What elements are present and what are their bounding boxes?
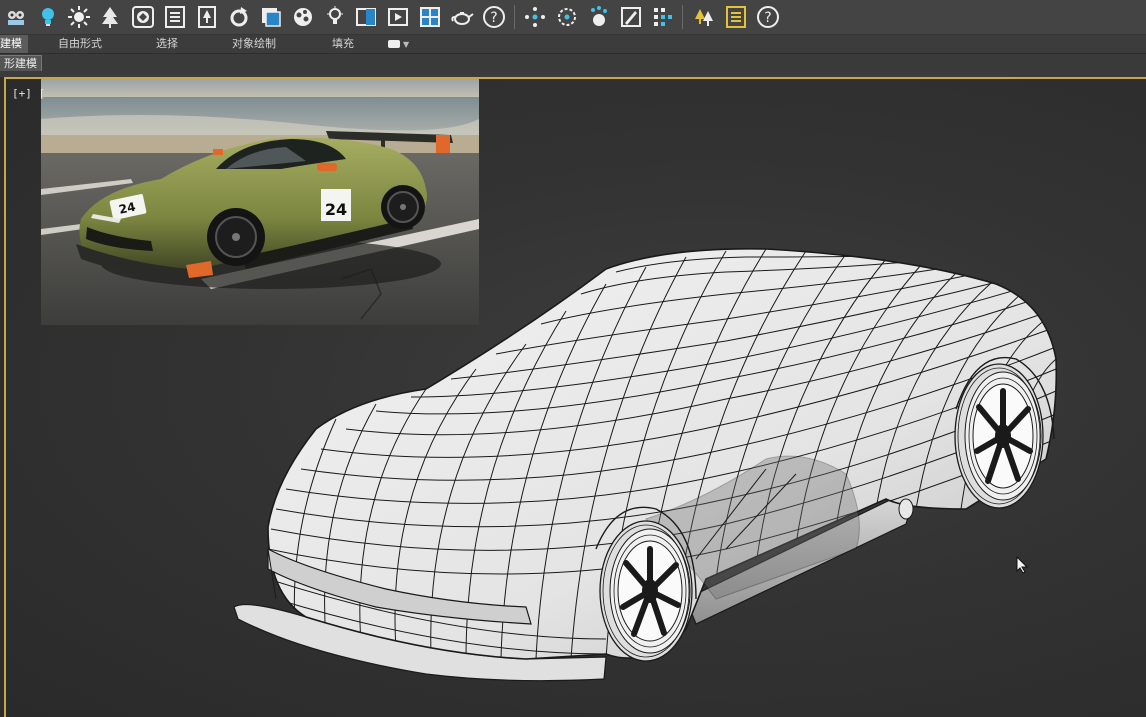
forest-icon[interactable] (691, 4, 717, 30)
tab-label: 填充 (332, 37, 354, 50)
help-icon-2[interactable]: ? (755, 4, 781, 30)
figure-icon[interactable] (194, 4, 220, 30)
sun-icon[interactable] (66, 4, 92, 30)
teapot-icon[interactable] (449, 4, 475, 30)
tab-object-paint[interactable]: 对象绘制 (226, 35, 282, 53)
car-wireframe-model[interactable] (6, 79, 1146, 717)
svg-text:?: ? (764, 10, 771, 26)
polygon-modeling-panel-tab[interactable]: 形建模 (0, 55, 42, 72)
tab-selection[interactable]: 选择 (150, 35, 184, 53)
render-region-icon[interactable] (353, 4, 379, 30)
layer-list-icon[interactable] (723, 4, 749, 30)
tab-label: 建模 (0, 37, 22, 50)
render-view-icon[interactable] (385, 4, 411, 30)
tab-label: 对象绘制 (232, 37, 276, 50)
toolbar-separator (682, 5, 683, 29)
shader-ball-icon[interactable] (290, 4, 316, 30)
mouse-cursor-icon (1016, 556, 1029, 574)
panel-tab-label: 形建模 (4, 57, 37, 70)
front-wheel (599, 520, 693, 662)
tab-label: 选择 (156, 37, 178, 50)
display-dropdown-button[interactable]: ▼ (382, 35, 415, 53)
light-bulb-icon[interactable] (35, 4, 61, 30)
svg-text:?: ? (490, 10, 497, 26)
list-icon[interactable] (162, 4, 188, 30)
ribbon-tabs: 建模 自由形式 选择 对象绘制 填充 ▼ (0, 35, 1146, 54)
rotate-icon[interactable] (226, 4, 252, 30)
bulb-small-icon[interactable] (322, 4, 348, 30)
render-frame-icon[interactable] (258, 4, 284, 30)
viewport-label[interactable]: [+] [ (12, 87, 45, 100)
tree-icon[interactable] (97, 4, 123, 30)
tab-freeform[interactable]: 自由形式 (52, 35, 108, 53)
particles-icon[interactable] (586, 4, 612, 30)
main-toolbar: ? ? (0, 0, 1146, 35)
rear-wheel (954, 363, 1044, 509)
grid-select-icon[interactable] (650, 4, 676, 30)
perspective-viewport[interactable]: 24 24 [+] [ (4, 77, 1146, 717)
chevron-down-icon: ▼ (403, 40, 410, 49)
scatter-icon[interactable] (522, 4, 548, 30)
target-icon[interactable] (554, 4, 580, 30)
tab-label: 自由形式 (58, 37, 102, 50)
paint-icon[interactable] (618, 4, 644, 30)
toolbar-separator (514, 5, 515, 29)
ribbon-panel-bar: 形建模 (0, 54, 1146, 72)
render-setup-icon[interactable] (3, 4, 29, 30)
tab-populate[interactable]: 填充 (326, 35, 360, 53)
material-editor-icon[interactable] (130, 4, 156, 30)
tab-modeling[interactable]: 建模 (0, 35, 28, 53)
help-icon[interactable]: ? (481, 4, 507, 30)
viewport-icon[interactable] (417, 4, 443, 30)
display-dropdown-icon (388, 40, 400, 48)
